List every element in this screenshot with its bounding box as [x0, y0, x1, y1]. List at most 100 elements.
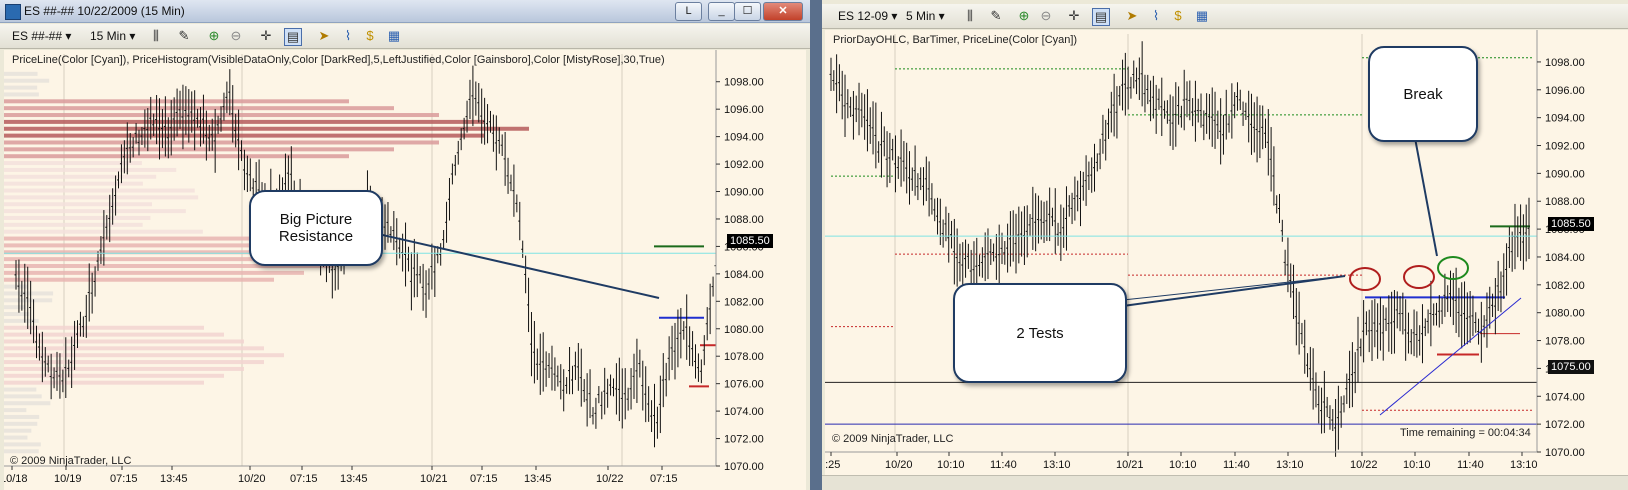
- left-price-chart[interactable]: 1098.00 1096.00 1094.00 1092.00 1090.00 1088.…: [4, 50, 806, 490]
- y-tick-label: 1094.00: [1545, 113, 1585, 125]
- left-chart-svg: 1098.00 1096.00 1094.00 1092.00 1090.00 1088.…: [4, 50, 764, 485]
- x-tick-label: 07:15: [110, 473, 138, 485]
- left-title-bar[interactable]: ES ##-## 10/22/2009 (15 Min) L _ ☐ ✕: [0, 0, 810, 23]
- y-tick-label: 1092.00: [1545, 141, 1585, 153]
- bar-type-icon[interactable]: ⫼: [962, 8, 978, 24]
- histogram-bar: [4, 133, 484, 138]
- maximize-button[interactable]: ☐: [734, 2, 761, 21]
- histogram-bar: [4, 312, 30, 317]
- instrument-selector[interactable]: ES 12-09 ▾: [838, 9, 897, 23]
- x-tick-label: 3:25: [825, 459, 840, 471]
- x-tick-label: 10/22: [1350, 459, 1378, 471]
- x-tick-label: 10/18: [4, 473, 28, 485]
- histogram-bar: [4, 202, 153, 207]
- left-window-title: ES ##-## 10/22/2009 (15 Min): [24, 4, 185, 18]
- x-tick-label: 10:10: [937, 459, 965, 471]
- interval-selector[interactable]: 5 Min ▾: [906, 9, 945, 23]
- strategy-icon[interactable]: ➤: [1124, 8, 1140, 24]
- properties-sheet-icon[interactable]: ▦: [1194, 8, 1210, 24]
- y-tick-label: 1072.00: [724, 434, 764, 446]
- histogram-bar: [4, 167, 177, 172]
- histogram-bar: [4, 174, 157, 179]
- test-circle: [1349, 267, 1381, 291]
- link-button[interactable]: L: [675, 2, 702, 21]
- x-tick-label: 10/21: [420, 473, 448, 485]
- properties-icon[interactable]: $: [1170, 8, 1186, 24]
- histogram-bar: [4, 366, 244, 371]
- x-tick-label: 10:10: [1169, 459, 1197, 471]
- histogram-bar: [4, 181, 143, 186]
- current-price-marker: 1085.50: [727, 234, 773, 248]
- drawing-tool-icon[interactable]: ✎: [988, 8, 1004, 24]
- y-tick-label: 1094.00: [724, 132, 764, 144]
- histogram-bar: [4, 154, 349, 159]
- right-chart-svg: 1098.00 1096.00 1094.00 1092.00 1090.00 1088.…: [825, 30, 1585, 471]
- interval-selector[interactable]: 15 Min ▾: [90, 29, 135, 43]
- x-tick-label: 07:15: [650, 473, 678, 485]
- histogram-bar: [4, 140, 439, 145]
- histogram-bar: [4, 360, 264, 365]
- two-tests-callout: 2 Tests: [953, 283, 1127, 383]
- data-box-icon[interactable]: ▤: [284, 28, 302, 46]
- y-tick-label: 1084.00: [1545, 252, 1585, 264]
- y-tick-label: 1072.00: [1545, 419, 1585, 431]
- indicators-icon[interactable]: ⌇: [340, 28, 356, 44]
- minimize-button[interactable]: _: [708, 2, 735, 21]
- histogram-bar: [4, 270, 304, 275]
- histogram-bar: [4, 339, 244, 344]
- histogram-bar: [4, 373, 224, 378]
- zoom-out-icon[interactable]: ⊖: [1038, 8, 1054, 24]
- copyright-label: © 2009 NinjaTrader, LLC: [10, 455, 132, 467]
- histogram-bar: [4, 442, 41, 447]
- zoom-in-icon[interactable]: ⊕: [206, 28, 222, 44]
- histogram-bar: [4, 92, 39, 97]
- histogram-bar: [4, 106, 394, 111]
- instrument-selector[interactable]: ES ##-## ▾: [12, 29, 71, 43]
- y-tick-label: 1090.00: [1545, 168, 1585, 180]
- histogram-bar: [4, 222, 143, 227]
- histogram-bar: [4, 195, 199, 200]
- histogram-bar: [4, 401, 51, 406]
- histogram-bar: [4, 85, 38, 90]
- data-box-icon[interactable]: ▤: [1092, 8, 1110, 26]
- histogram-bar: [4, 387, 37, 392]
- x-tick-label: 11:40: [990, 459, 1017, 471]
- right-price-chart[interactable]: 1098.00 1096.00 1094.00 1092.00 1090.00 1088.…: [825, 30, 1628, 476]
- histogram-bar: [4, 215, 151, 220]
- window-splitter: [810, 0, 822, 490]
- y-tick-label: 1088.00: [724, 214, 764, 226]
- x-tick-label: 13:45: [524, 473, 552, 485]
- drawing-tool-icon[interactable]: ✎: [176, 28, 192, 44]
- level-price-marker: 1075.00: [1548, 360, 1594, 374]
- histogram-bar: [4, 277, 274, 282]
- x-tick-label: 13:45: [160, 473, 188, 485]
- y-tick-label: 1082.00: [1545, 280, 1585, 292]
- histogram-bar: [4, 421, 38, 426]
- zoom-out-icon[interactable]: ⊖: [228, 28, 244, 44]
- properties-sheet-icon[interactable]: ▦: [386, 28, 402, 44]
- zoom-in-icon[interactable]: ⊕: [1016, 8, 1032, 24]
- y-tick-label: 1098.00: [724, 77, 764, 89]
- app-icon: [5, 4, 21, 20]
- close-button[interactable]: ✕: [763, 2, 803, 21]
- x-tick-label: 11:40: [1457, 459, 1484, 471]
- left-toolbar: ES ##-## ▾ 15 Min ▾ ⫼ ✎ ⊕ ⊖ ✛ ▤ ➤ ⌇ $ ▦: [0, 24, 810, 49]
- properties-icon[interactable]: $: [362, 28, 378, 44]
- bar-type-icon[interactable]: ⫼: [148, 28, 164, 44]
- histogram-bar: [4, 78, 50, 83]
- crosshair-icon[interactable]: ✛: [1066, 8, 1082, 24]
- strategy-icon[interactable]: ➤: [316, 28, 332, 44]
- x-tick-label: 10/20: [238, 473, 266, 485]
- chart-scrollbar[interactable]: [822, 475, 1628, 490]
- y-tick-label: 1078.00: [1545, 336, 1585, 348]
- crosshair-icon[interactable]: ✛: [258, 28, 274, 44]
- histogram-bar: [4, 380, 204, 385]
- histogram-bar: [4, 126, 529, 131]
- histogram-bar: [4, 408, 27, 413]
- indicators-icon[interactable]: ⌇: [1148, 8, 1164, 24]
- y-tick-label: 1092.00: [724, 159, 764, 171]
- callout-pointer: [1414, 137, 1438, 257]
- bar-timer-label: Time remaining = 00:04:34: [1400, 427, 1531, 439]
- histogram-bar: [4, 147, 394, 152]
- x-tick-label: 13:10: [1043, 459, 1071, 471]
